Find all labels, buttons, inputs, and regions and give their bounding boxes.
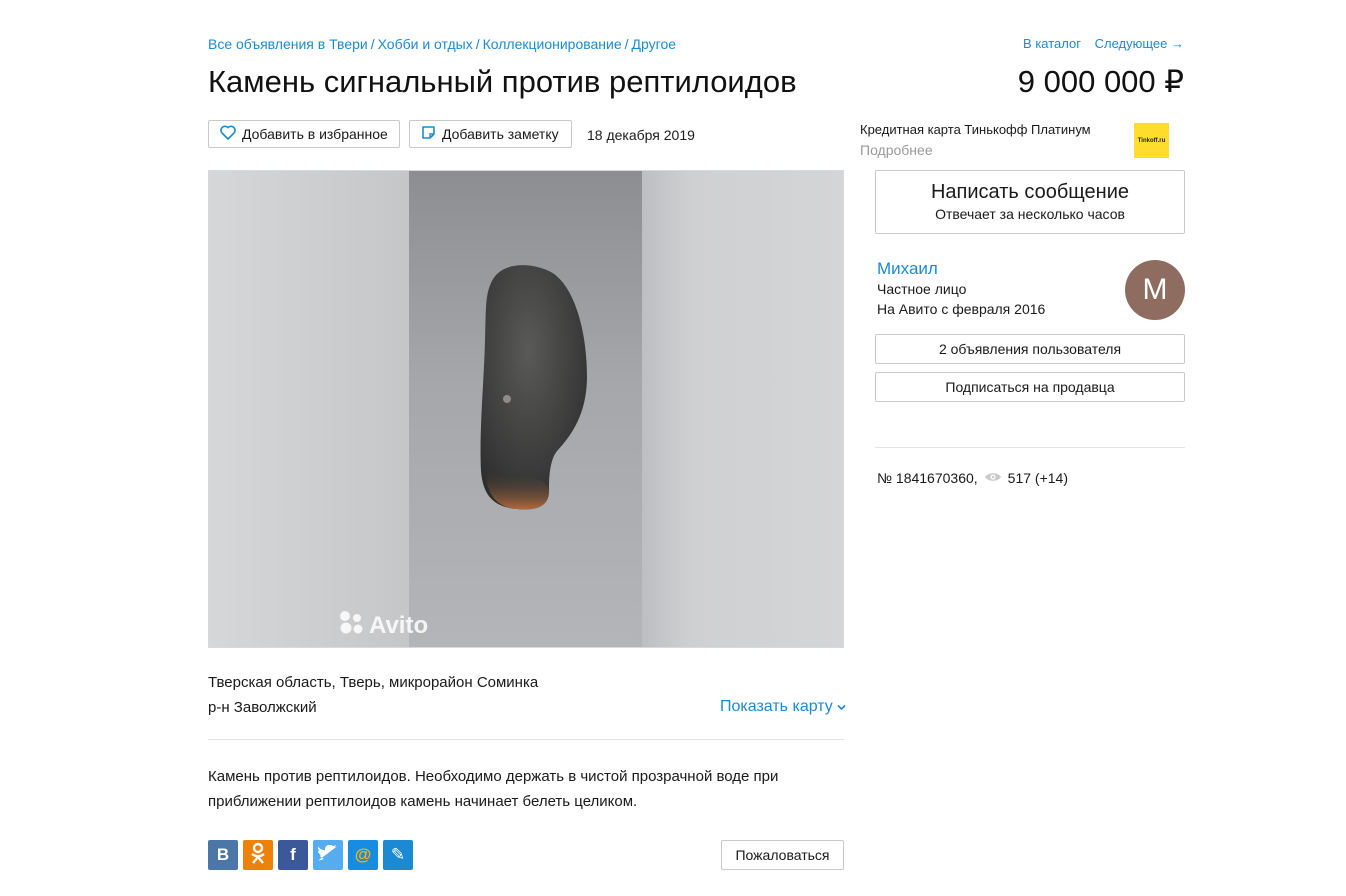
avatar[interactable]: M (1125, 260, 1185, 320)
breadcrumb: Все объявления в Твери / Хобби и отдых / Кол… (208, 36, 676, 52)
share-facebook-button[interactable]: f (278, 840, 308, 870)
heart-icon (220, 125, 236, 143)
share-mailru-button[interactable]: @ (348, 840, 378, 870)
write-message-label: Написать сообщение (930, 181, 1129, 203)
listing-photo[interactable]: Avito (208, 170, 844, 648)
listing-meta: № 1841670360, 517 (+14) (877, 470, 1068, 486)
breadcrumb-separator: / (370, 36, 375, 52)
listing-price: 9 000 000 ₽ (1017, 64, 1184, 99)
breadcrumb-item-collecting[interactable]: Коллекционирование (483, 36, 622, 52)
listing-date: 18 декабря 2019 (587, 127, 695, 143)
views-count: 517 (+14) (1007, 470, 1068, 486)
stone-photo (409, 171, 642, 647)
photo-blurred-left (209, 171, 409, 647)
share-buttons: B f @ ✎ (208, 840, 413, 870)
top-navigation: В каталог Следующее → (1013, 36, 1184, 51)
share-vk-button[interactable]: B (208, 840, 238, 870)
complain-button[interactable]: Пожаловаться (721, 840, 844, 870)
note-icon (421, 125, 436, 143)
write-message-button[interactable]: Написать сообщение Отвечает за несколько… (875, 170, 1185, 234)
seller-listings-button[interactable]: 2 объявления пользователя (875, 334, 1185, 364)
facebook-icon: f (290, 845, 296, 864)
livejournal-icon: ✎ (390, 845, 406, 864)
avito-watermark-text: Avito (369, 611, 429, 639)
share-twitter-button[interactable] (313, 840, 343, 870)
listing-description: Камень против рептилоидов. Необходимо де… (208, 768, 779, 810)
share-odnoklassniki-button[interactable] (243, 840, 273, 870)
share-livejournal-button[interactable]: ✎ (383, 840, 413, 870)
add-to-favorites-button[interactable]: Добавить в избранное (208, 120, 400, 148)
breadcrumb-item-all[interactable]: Все объявления в Твери (208, 36, 368, 52)
chevron-down-icon (837, 698, 846, 715)
show-map-label: Показать карту (720, 698, 833, 715)
breadcrumb-separator: / (475, 36, 480, 52)
address-line: Тверская область, Тверь, микрорайон Соми… (208, 674, 539, 691)
seller-since: На Авито с февраля 2016 (877, 301, 1046, 317)
breadcrumb-separator: / (624, 36, 629, 52)
add-to-favorites-label: Добавить в избранное (242, 126, 388, 142)
reply-time-label: Отвечает за несколько часов (935, 206, 1125, 222)
photo-blurred-right (641, 171, 843, 647)
ad-more-link[interactable]: Подробнее (860, 142, 933, 158)
add-note-button[interactable]: Добавить заметку (409, 120, 572, 148)
catalog-link[interactable]: В каталог (1023, 36, 1081, 51)
show-map-link[interactable]: Показать карту (720, 698, 846, 716)
tinkoff-logo[interactable]: Tinkoff.ru (1134, 123, 1169, 158)
seller-type: Частное лицо (877, 281, 967, 297)
district-line: р-н Заволжский (208, 699, 317, 716)
avito-watermark: Avito (337, 609, 428, 642)
odnoklassniki-icon (250, 842, 266, 869)
next-listing-link[interactable]: Следующее → (1095, 36, 1184, 51)
vk-icon: B (216, 845, 230, 864)
breadcrumb-item-other[interactable]: Другое (632, 36, 676, 52)
seller-name-link[interactable]: Михаил (877, 259, 938, 279)
stone-image (480, 265, 587, 510)
subscribe-seller-button[interactable]: Подписаться на продавца (875, 372, 1185, 402)
avito-logo-icon (337, 609, 365, 642)
mailru-icon: @ (354, 845, 372, 864)
add-note-label: Добавить заметку (442, 126, 559, 142)
eye-icon (984, 470, 1002, 486)
sidebar-divider (875, 447, 1185, 448)
twitter-icon (317, 844, 338, 866)
listing-title: Камень сигнальный против рептилоидов (208, 64, 797, 99)
ad-title[interactable]: Кредитная карта Тинькофф Платинум (860, 122, 1091, 137)
divider (208, 739, 844, 740)
breadcrumb-item-hobby[interactable]: Хобби и отдых (378, 36, 473, 52)
listing-id: № 1841670360, (877, 470, 978, 486)
